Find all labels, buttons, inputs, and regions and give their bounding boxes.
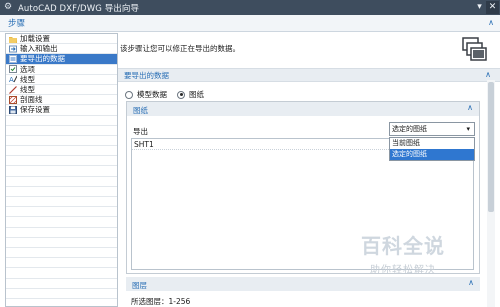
gear-icon: ⚙	[4, 2, 13, 12]
radio-drawing-label: 图纸	[189, 90, 204, 99]
close-button[interactable]: ✕	[486, 1, 499, 14]
step-save-settings[interactable]: 保存设置	[6, 105, 117, 116]
export-select-value: 选定的图纸	[392, 125, 427, 133]
chevron-up-icon[interactable]: ∧	[468, 278, 474, 287]
watermark: 百科全说 助你轻松解决	[343, 230, 463, 282]
scrollbar-thumb[interactable]	[488, 82, 494, 212]
export-label: 导出	[133, 127, 148, 136]
section-header-data-to-export[interactable]: 要导出的数据 ∧	[118, 68, 500, 82]
watermark-sub: 助你轻松解决	[370, 265, 436, 276]
line-icon	[9, 85, 17, 94]
options-icon	[9, 65, 17, 74]
hatch-icon	[8, 95, 18, 104]
watermark-main: 百科全说	[361, 234, 445, 258]
window-menu-button[interactable]: ▾	[473, 1, 486, 14]
chevron-up-icon[interactable]: ∧	[467, 103, 473, 112]
dropdown-option-selected-drawing[interactable]: 选定的图纸	[390, 149, 474, 160]
title-bar: ⚙ AutoCAD DXF/DWG 导出向导 ▾ ✕	[0, 0, 500, 15]
radio-model-data[interactable]	[125, 90, 133, 99]
steps-header: 步骤 ∧	[0, 15, 500, 32]
step-description: 该步骤让您可以修正在导出的数据。	[120, 44, 240, 53]
linetype-icon: A	[9, 75, 18, 84]
radio-drawing[interactable]	[177, 90, 185, 99]
input-output-icon	[9, 45, 17, 53]
drawing-panel-header[interactable]: 图纸 ∧	[127, 102, 479, 116]
steps-header-label: 步骤	[8, 19, 26, 29]
save-icon	[9, 105, 17, 114]
layer-panel-title: 图层	[132, 281, 147, 290]
export-dropdown: 当前图纸 选定的图纸	[389, 137, 475, 161]
radio-model-data-label: 模型数据	[137, 90, 167, 99]
step-label: 保存设置	[20, 105, 50, 115]
window-title: AutoCAD DXF/DWG 导出向导	[18, 3, 140, 14]
selected-layers-info: 所选图层：1-256	[131, 297, 191, 306]
collapse-steps-icon[interactable]: ∧	[488, 18, 494, 27]
section-title: 要导出的数据	[124, 70, 169, 80]
dropdown-option-current-drawing[interactable]: 当前图纸	[390, 138, 474, 149]
scrollbar[interactable]	[487, 80, 495, 307]
svg-text:A: A	[9, 76, 14, 83]
folder-open-icon	[9, 35, 17, 43]
step-list: 加载设置 输入和输出 要导出的数据 选项 A 线型 线型 剖面线 保存设置	[5, 33, 118, 307]
export-select[interactable]: 选定的图纸 ▾	[389, 122, 475, 136]
drawing-sheets-icon	[462, 37, 487, 61]
chevron-down-icon[interactable]: ▾	[466, 123, 470, 135]
drawing-panel-title: 图纸	[133, 106, 148, 115]
chevron-up-icon[interactable]: ∧	[485, 70, 491, 79]
data-icon	[9, 54, 17, 63]
export-type-radio-group: 模型数据 图纸	[125, 89, 204, 100]
